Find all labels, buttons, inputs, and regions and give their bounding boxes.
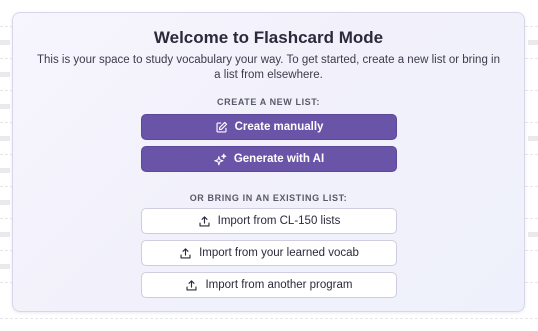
import-cl150-button[interactable]: Import from CL-150 lists <box>141 208 397 234</box>
edit-icon <box>215 121 228 134</box>
generate-with-ai-label: Generate with AI <box>233 153 325 165</box>
import-learned-vocab-button[interactable]: Import from your learned vocab <box>141 240 397 266</box>
upload-icon <box>185 279 198 292</box>
create-manually-label: Create manually <box>234 121 324 133</box>
generate-with-ai-button[interactable]: Generate with AI <box>141 146 397 172</box>
import-section-heading: OR BRING IN AN EXISTING LIST: <box>189 193 348 203</box>
upload-icon <box>198 215 211 228</box>
import-another-program-button[interactable]: Import from another program <box>141 272 397 298</box>
import-learned-vocab-label: Import from your learned vocab <box>199 247 359 259</box>
welcome-modal: Welcome to Flashcard Mode This is your s… <box>12 12 525 312</box>
upload-icon <box>179 247 192 260</box>
import-another-program-label: Import from another program <box>205 279 353 291</box>
create-section-heading: CREATE A NEW LIST: <box>217 97 320 107</box>
modal-title: Welcome to Flashcard Mode <box>153 28 384 47</box>
import-cl150-label: Import from CL-150 lists <box>217 215 341 227</box>
modal-subtitle: This is your space to study vocabulary y… <box>37 54 500 81</box>
sparkle-icon <box>214 153 227 166</box>
create-manually-button[interactable]: Create manually <box>141 114 397 140</box>
